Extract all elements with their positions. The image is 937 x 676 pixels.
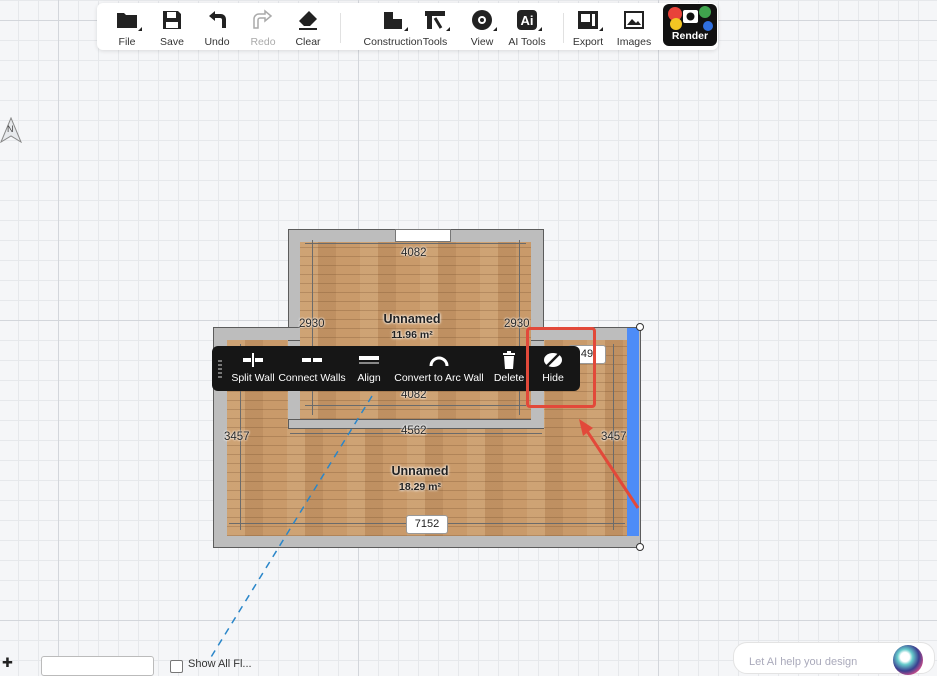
dimension-top-width: 4082 [401,247,427,259]
room-name-lower[interactable]: Unnamed [380,464,460,478]
undo-label: Undo [204,36,230,48]
align-label: Align [357,372,381,384]
arc-wall-icon [428,351,450,369]
dimension-left-height: 3457 [224,431,250,443]
eraser-icon [296,8,320,32]
floor-plan: 4082 2930 2930 4082 4562 3457 3457 7152 … [0,0,937,666]
dimension-bottom-width-badge[interactable]: 7152 [406,515,448,534]
file-button[interactable]: File [114,3,142,50]
align-button[interactable]: Align [355,346,383,391]
save-button[interactable]: Save [159,3,185,50]
compass[interactable]: N [0,116,23,144]
tools-icon [423,8,450,32]
view-label: View [470,36,494,48]
dimension-top-left-height: 2930 [299,318,325,330]
eye-icon [470,8,497,32]
ai-assistant-placeholder: Let AI help you design [749,656,858,668]
split-wall-icon [242,351,264,369]
floor-select[interactable] [41,656,154,676]
render-button[interactable]: Render [663,4,717,46]
export-button[interactable]: Export [573,3,603,50]
split-wall-button[interactable]: Split Wall [231,346,275,391]
trash-icon [498,351,520,369]
tools-button[interactable]: Tools [421,3,450,50]
undo-button[interactable]: Undo [204,3,230,50]
dimension-middle-width: 4562 [401,425,427,437]
connect-walls-button[interactable]: Connect Walls [278,346,346,391]
room-name-upper[interactable]: Unnamed [372,312,452,326]
dimension-line [305,243,526,244]
view-button[interactable]: View [469,3,497,50]
construction-icon [381,8,408,32]
room-area-upper: 11.96 m² [391,329,433,341]
toolbar-separator [340,13,341,43]
folder-icon [115,8,142,32]
connect-walls-label: Connect Walls [278,372,346,384]
show-all-floors-label: Show All Fl... [188,658,252,670]
export-label: Export [572,36,604,48]
redo-icon [251,8,275,32]
ai-icon: Ai [515,8,542,32]
window[interactable] [395,229,451,242]
dimension-line [305,405,526,406]
wall-endpoint-handle-top[interactable] [636,323,644,331]
wall-endpoint-handle-bottom[interactable] [636,543,644,551]
clear-button[interactable]: Clear [295,3,321,50]
toolbar-separator [563,13,564,43]
undo-icon [205,8,229,32]
align-icon [358,351,380,369]
images-icon [622,8,646,32]
annotation-highlight-box [526,327,596,408]
ai-assistant-icon[interactable] [893,645,923,675]
file-label: File [118,36,136,48]
dimension-right-height: 3457 [601,431,627,443]
svg-text:Ai: Ai [521,13,534,28]
redo-label: Redo [250,36,276,48]
construction-label: Construction [363,36,423,48]
save-label: Save [160,36,184,48]
convert-to-arc-wall-button[interactable]: Convert to Arc Wall [394,346,484,391]
clear-label: Clear [295,36,321,48]
main-toolbar: File Save Undo Redo Clear Construction T… [97,3,718,50]
wall-context-menu: Split Wall Connect Walls Align Convert t… [212,346,580,391]
redo-button[interactable]: Redo [250,3,276,50]
export-icon [576,8,603,32]
split-wall-label: Split Wall [231,372,275,384]
show-all-floors-checkbox[interactable] [170,660,183,673]
ai-tools-label: AI Tools [508,36,546,48]
room-area-lower: 18.29 m² [398,481,442,493]
save-icon [160,8,184,32]
drag-handle[interactable] [218,360,222,378]
ai-tools-button[interactable]: Ai AI Tools [507,3,547,50]
delete-button[interactable]: Delete [494,346,524,391]
add-floor-icon[interactable]: ✚ [2,655,13,671]
convert-to-arc-wall-label: Convert to Arc Wall [394,372,484,384]
render-label: Render [671,30,709,42]
delete-label: Delete [493,372,525,384]
images-label: Images [616,36,652,48]
tools-label: Tools [422,36,448,48]
images-button[interactable]: Images [616,3,652,50]
compass-label: N [7,124,14,134]
connect-walls-icon [301,351,323,369]
